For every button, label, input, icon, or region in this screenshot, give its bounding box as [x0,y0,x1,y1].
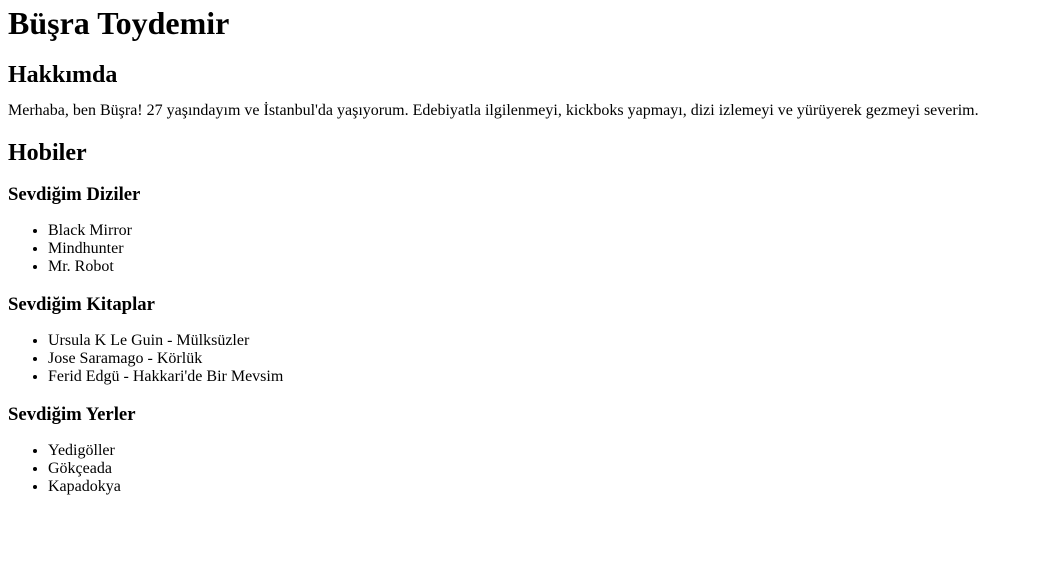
list-item: Yedigöller [48,442,1037,460]
books-heading: Sevdiğim Kitaplar [8,294,155,315]
list-item: Ursula K Le Guin - Mülksüzler [48,332,1037,350]
about-heading: Hakkımda [8,62,118,88]
list-item: Black Mirror [48,222,1037,240]
list-item: Gökçeada [48,460,1037,478]
places-list: Yedigöller Gökçeada Kapadokya [8,442,1037,496]
list-item: Jose Saramago - Körlük [48,350,1037,368]
hobbies-heading: Hobiler [8,140,87,166]
list-item: Mindhunter [48,240,1037,258]
about-text: Merhaba, ben Büşra! 27 yaşındayım ve İst… [8,102,979,119]
list-item: Kapadokya [48,478,1037,496]
page-title: Büşra Toydemir [8,5,230,41]
list-item: Mr. Robot [48,258,1037,276]
series-heading: Sevdiğim Diziler [8,184,141,205]
books-list: Ursula K Le Guin - Mülksüzler Jose Saram… [8,332,1037,386]
places-heading: Sevdiğim Yerler [8,404,136,425]
list-item: Ferid Edgü - Hakkari'de Bir Mevsim [48,368,1037,386]
series-list: Black Mirror Mindhunter Mr. Robot [8,222,1037,276]
